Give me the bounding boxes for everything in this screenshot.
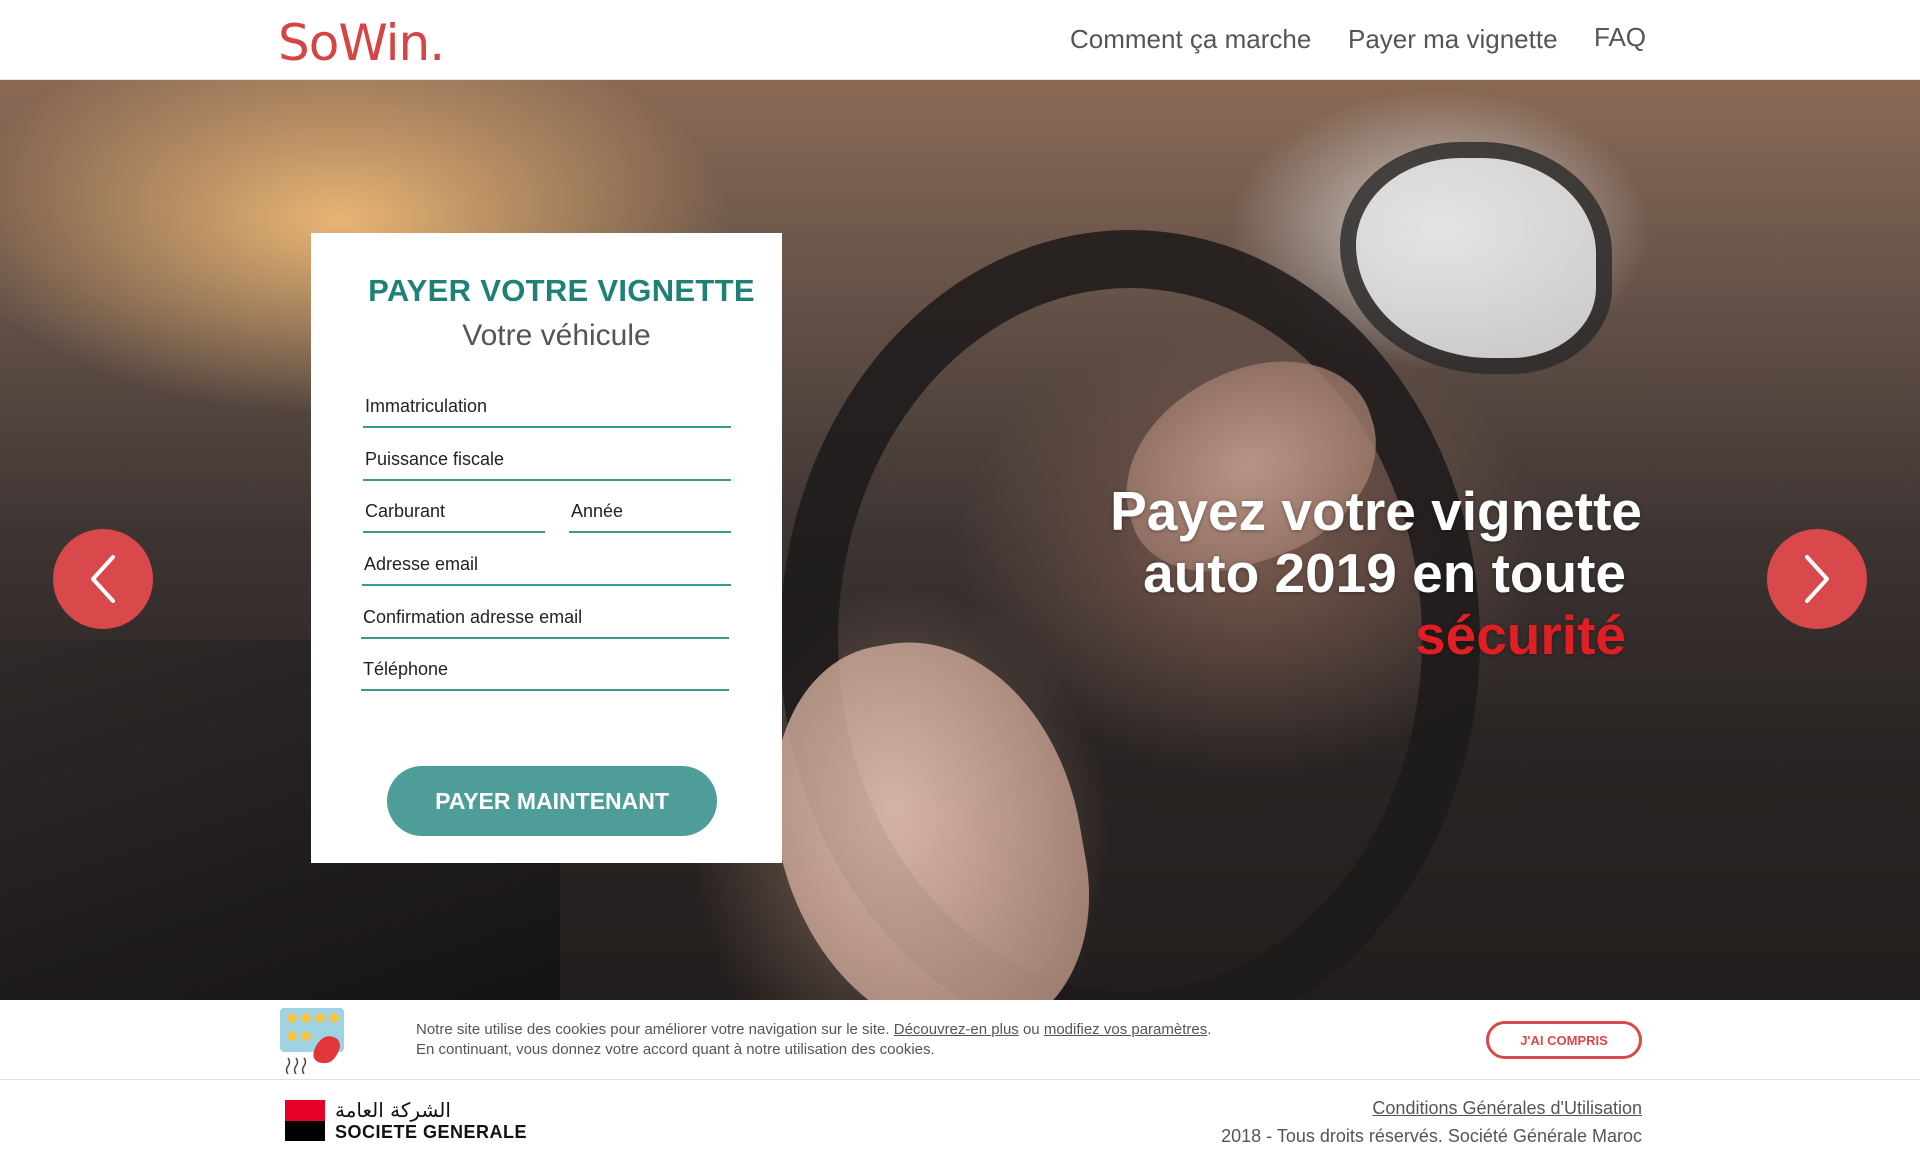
carousel-next-button[interactable] — [1767, 529, 1867, 629]
puissance-field-wrap — [363, 441, 735, 481]
chevron-left-icon — [91, 555, 115, 603]
nav-link-faq[interactable]: FAQ — [1594, 22, 1646, 53]
puissance-fiscale-input[interactable] — [363, 449, 735, 470]
copyright-text: 2018 - Tous droits réservés. Société Gén… — [1221, 1126, 1642, 1146]
carburant-input[interactable] — [363, 501, 549, 522]
hero-headline: Payez votre vignette auto 2019 en toute … — [1110, 480, 1642, 666]
sowin-logo[interactable]: SoWin. — [278, 14, 445, 72]
chevron-right-icon — [1805, 555, 1829, 603]
sg-logo-red-block — [285, 1100, 325, 1121]
site-footer: الشركة العامة SOCIETE GENERALE Condition… — [0, 1080, 1920, 1160]
cookie-message: Notre site utilise des cookies pour amél… — [416, 1020, 1211, 1060]
email-confirm-field-wrap — [361, 599, 733, 639]
cookie-text-or: ou — [1022, 1021, 1040, 1038]
cookie-settings-link[interactable]: modifiez vos paramètres — [1044, 1021, 1207, 1038]
carousel-prev-button[interactable] — [53, 529, 153, 629]
hero-photo-mirror — [1340, 142, 1612, 374]
cookie-text-start: Notre site utilise des cookies pour amél… — [416, 1021, 890, 1038]
form-title: PAYER VOTRE VIGNETTE — [368, 273, 755, 308]
hero-headline-line2: auto 2019 en toute — [1143, 542, 1626, 604]
terms-link[interactable]: Conditions Générales d'Utilisation — [1372, 1098, 1642, 1119]
sg-logo-arabic-name: الشركة العامة — [335, 1098, 451, 1122]
pay-now-button[interactable]: PAYER MAINTENANT — [387, 766, 717, 836]
cookie-banner: Notre site utilise des cookies pour amél… — [0, 1000, 1920, 1080]
annee-field-wrap — [569, 493, 735, 533]
cookie-text-period: . — [1207, 1021, 1212, 1038]
form-subtitle: Votre véhicule — [462, 319, 651, 352]
payment-form-card: PAYER VOTRE VIGNETTE Votre véhicule PAYE… — [311, 233, 782, 863]
carburant-field-wrap — [363, 493, 549, 533]
telephone-field-wrap — [361, 651, 733, 691]
email-field-wrap — [362, 546, 735, 586]
annee-input[interactable] — [569, 501, 735, 522]
site-header: SoWin. Comment ça marche Payer ma vignet… — [0, 0, 1920, 80]
telephone-input[interactable] — [361, 659, 733, 680]
email-input[interactable] — [362, 554, 735, 575]
nav-link-how-it-works[interactable]: Comment ça marche — [1070, 24, 1311, 55]
cookie-accept-button[interactable]: J'AI COMPRIS — [1486, 1021, 1642, 1059]
hero-headline-highlight: sécurité — [1415, 604, 1626, 666]
sg-logo-name: SOCIETE GENERALE — [335, 1122, 528, 1142]
nav-link-pay-vignette[interactable]: Payer ma vignette — [1348, 24, 1558, 55]
sg-logo-black-block — [285, 1121, 325, 1141]
hero-headline-line1: Payez votre vignette — [1110, 480, 1642, 542]
immatriculation-field-wrap — [363, 388, 735, 428]
cookie-learn-more-link[interactable]: Découvrez-en plus — [894, 1021, 1019, 1038]
cookie-text-line2: En continuant, vous donnez votre accord … — [416, 1041, 935, 1058]
immatriculation-input[interactable] — [363, 396, 735, 417]
cookie-tray-icon — [280, 1008, 344, 1074]
email-confirm-input[interactable] — [361, 607, 733, 628]
